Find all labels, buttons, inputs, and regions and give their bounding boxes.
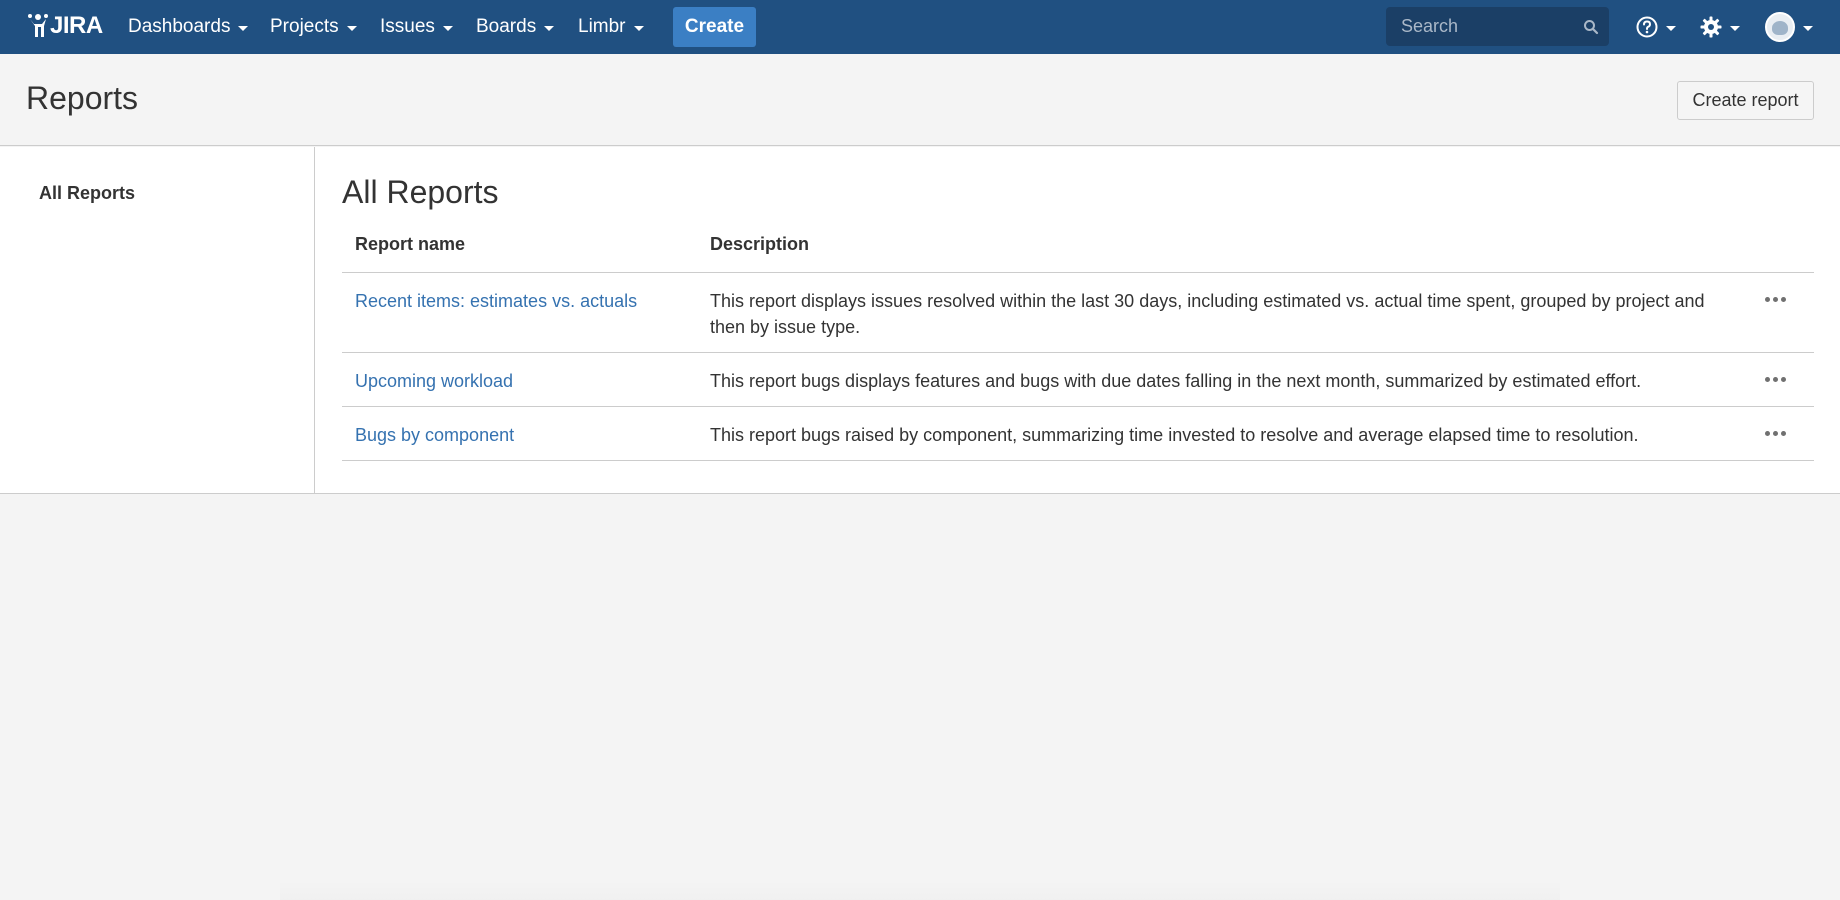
help-icon xyxy=(1636,16,1658,38)
report-link[interactable]: Bugs by component xyxy=(355,425,514,445)
table-row: Upcoming workload This report bugs displ… xyxy=(342,352,1814,407)
nav-issues[interactable]: Issues xyxy=(380,0,453,54)
search-input[interactable] xyxy=(1399,15,1579,38)
search-icon[interactable] xyxy=(1583,19,1599,35)
jira-logo[interactable]: JIRA xyxy=(27,11,103,41)
report-name-cell: Upcoming workload xyxy=(342,352,697,407)
help-menu[interactable] xyxy=(1636,0,1676,54)
report-link[interactable]: Upcoming workload xyxy=(355,371,513,391)
create-button[interactable]: Create xyxy=(673,7,756,47)
page-title: Reports xyxy=(26,80,139,116)
chevron-down-icon xyxy=(544,25,555,31)
nav-dashboards-label: Dashboards xyxy=(128,16,231,37)
sidebar-item-all-reports[interactable]: All Reports xyxy=(39,183,135,204)
table-header-row: Report name Description xyxy=(342,234,1814,273)
reports-table: Report name Description Recent items: es… xyxy=(342,234,1814,461)
avatar xyxy=(1765,12,1795,42)
chevron-down-icon xyxy=(1803,25,1813,31)
report-name-cell: Recent items: estimates vs. actuals xyxy=(342,272,697,353)
nav-issues-label: Issues xyxy=(380,16,435,37)
nav-projects[interactable]: Projects xyxy=(270,0,357,54)
settings-menu[interactable] xyxy=(1700,0,1740,54)
gear-icon xyxy=(1700,16,1722,38)
section-title: All Reports xyxy=(342,174,499,210)
chevron-down-icon xyxy=(633,25,644,31)
table-row: Recent items: estimates vs. actuals This… xyxy=(342,272,1814,353)
column-header-report-name: Report name xyxy=(342,234,697,273)
column-header-actions xyxy=(1737,234,1814,273)
nav-limbr-label: Limbr xyxy=(578,16,626,37)
actions-cell xyxy=(1737,352,1814,407)
nav-boards[interactable]: Boards xyxy=(476,0,555,54)
more-actions-icon[interactable] xyxy=(1750,368,1801,382)
chevron-down-icon xyxy=(346,25,357,31)
chevron-down-icon xyxy=(238,25,249,31)
more-actions-icon[interactable] xyxy=(1750,422,1801,436)
content-area: All Reports All Reports Report name Desc… xyxy=(0,147,1840,494)
table-row: Bugs by component This report bugs raise… xyxy=(342,406,1814,461)
chevron-down-icon xyxy=(442,25,453,31)
search-box xyxy=(1386,7,1609,46)
top-navigation-bar: JIRA Dashboards Projects Issues Boards L… xyxy=(0,0,1840,54)
chevron-down-icon xyxy=(1666,25,1676,31)
nav-projects-label: Projects xyxy=(270,16,339,37)
logo-text: JIRA xyxy=(50,12,103,39)
chevron-down-icon xyxy=(1730,25,1740,31)
nav-dashboards[interactable]: Dashboards xyxy=(128,0,249,54)
report-description: This report bugs raised by component, su… xyxy=(697,406,1737,461)
page-header: Reports Create report xyxy=(0,54,1840,146)
column-header-description: Description xyxy=(697,234,1737,273)
report-description: This report bugs displays features and b… xyxy=(697,352,1737,407)
report-name-cell: Bugs by component xyxy=(342,406,697,461)
nav-boards-label: Boards xyxy=(476,16,537,37)
actions-cell xyxy=(1737,406,1814,461)
nav-limbr[interactable]: Limbr xyxy=(578,0,644,54)
actions-cell xyxy=(1737,272,1814,353)
create-report-button[interactable]: Create report xyxy=(1677,81,1814,120)
more-actions-icon[interactable] xyxy=(1750,288,1801,302)
footer-shadow xyxy=(280,880,1560,900)
jira-logo-icon xyxy=(28,14,48,37)
sidebar: All Reports xyxy=(0,147,315,493)
report-link[interactable]: Recent items: estimates vs. actuals xyxy=(355,291,637,311)
report-description: This report displays issues resolved wit… xyxy=(697,272,1737,353)
profile-menu[interactable] xyxy=(1765,0,1813,54)
